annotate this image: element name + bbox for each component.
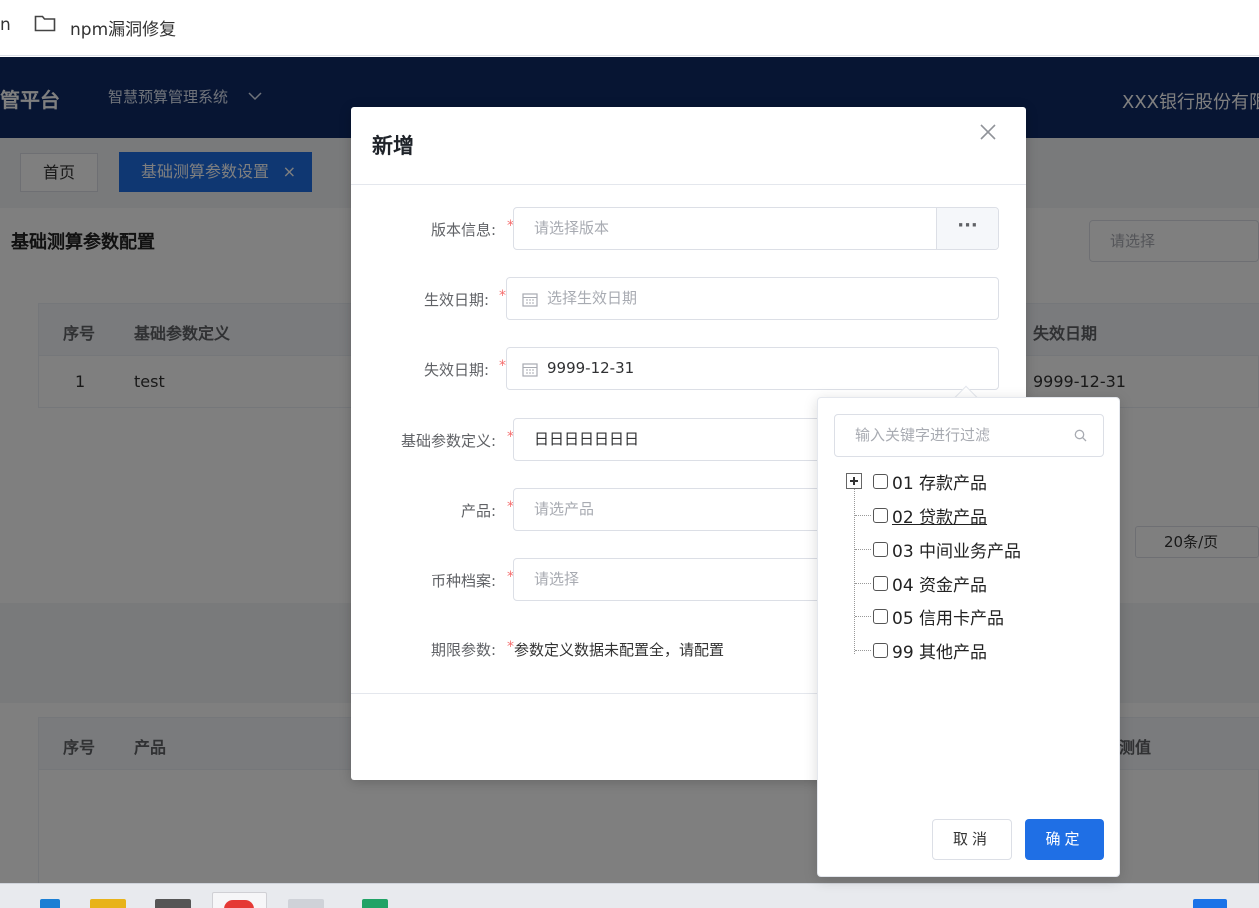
tree-node[interactable]: 02 贷款产品 <box>818 500 1118 530</box>
currency-placeholder: 请选择 <box>534 570 580 588</box>
edge-icon[interactable] <box>40 899 60 908</box>
version-label: 版本信息: <box>430 221 496 239</box>
close-icon[interactable] <box>977 121 999 143</box>
form-row-expire-date: 失效日期: * 9999-12-31 <box>351 347 1026 391</box>
tree-connector <box>855 549 871 550</box>
calendar-icon <box>522 363 538 377</box>
folder-icon[interactable] <box>90 899 126 908</box>
excel-icon[interactable] <box>362 899 388 908</box>
product-label: 产品: <box>460 502 496 520</box>
terminal-icon[interactable] <box>155 899 191 908</box>
base-param-label: 基础参数定义: <box>400 432 496 450</box>
currency-label: 币种档案: <box>430 572 496 590</box>
tree-node[interactable]: 05 信用卡产品 <box>818 601 1118 631</box>
bookmark-bar: n npm漏洞修复 <box>0 0 1259 56</box>
bookmark-partial[interactable]: n <box>0 15 11 35</box>
tree-connector <box>855 616 871 617</box>
product-placeholder: 请选产品 <box>534 500 595 518</box>
effective-date-picker[interactable]: 选择生效日期 <box>506 277 999 320</box>
tree-node[interactable]: 03 中间业务产品 <box>818 534 1118 564</box>
required-mark: * <box>499 288 506 304</box>
tree-node-label: 04 资金产品 <box>892 576 988 596</box>
base-param-value: 日日日日日日日 <box>534 430 640 448</box>
tree-node[interactable]: 01 存款产品 <box>818 466 1118 496</box>
form-row-version: 版本信息: * 请选择版本 ··· <box>351 207 1026 251</box>
term-label: 期限参数: <box>430 641 496 659</box>
tree-connector <box>855 583 871 584</box>
bookmark-folder-npm[interactable]: npm漏洞修复 <box>70 15 176 40</box>
filter-placeholder: 输入关键字进行过滤 <box>855 426 991 444</box>
tree-connector <box>855 515 871 516</box>
calendar-icon <box>522 293 538 307</box>
tree-connector <box>855 650 871 651</box>
tree-node[interactable]: 04 资金产品 <box>818 568 1118 598</box>
cancel-button[interactable]: 取消 <box>932 819 1012 860</box>
version-placeholder: 请选择版本 <box>534 219 610 237</box>
tree-node-label: 01 存款产品 <box>892 474 988 494</box>
taskbar <box>0 883 1259 908</box>
expire-date-picker[interactable]: 9999-12-31 <box>506 347 999 390</box>
app-icon[interactable] <box>1193 899 1227 908</box>
tree-node-label: 03 中间业务产品 <box>892 542 1022 562</box>
tree-checkbox[interactable] <box>873 542 888 557</box>
expand-icon[interactable] <box>846 473 862 489</box>
search-icon <box>1074 429 1087 442</box>
term-message: 参数定义数据未配置全，请配置 <box>514 641 725 659</box>
form-row-effective-date: 生效日期: * 选择生效日期 <box>351 277 1026 321</box>
folder-icon <box>34 15 56 32</box>
dialog-title: 新增 <box>372 134 414 158</box>
tree-node-label: 02 贷款产品 <box>892 508 988 528</box>
expire-date-value: 9999-12-31 <box>547 359 635 377</box>
expire-date-label: 失效日期: <box>423 361 489 379</box>
tree-checkbox[interactable] <box>873 643 888 658</box>
effective-date-placeholder: 选择生效日期 <box>547 289 638 307</box>
tree-node-label: 05 信用卡产品 <box>892 609 1005 629</box>
chrome-icon[interactable] <box>224 900 254 908</box>
tree-checkbox[interactable] <box>873 508 888 523</box>
dialog-header: 新增 <box>351 107 1026 185</box>
tree-checkbox[interactable] <box>873 609 888 624</box>
required-mark: * <box>499 358 506 374</box>
tree-checkbox[interactable] <box>873 576 888 591</box>
version-picker-button[interactable]: ··· <box>936 208 998 249</box>
effective-date-label: 生效日期: <box>423 291 489 309</box>
product-tree-dropdown: 输入关键字进行过滤 01 存款产品 02 贷款产品 03 中间业务产品 04 资… <box>817 397 1120 877</box>
tree-checkbox[interactable] <box>873 474 888 489</box>
notepad-icon[interactable] <box>288 899 324 908</box>
confirm-button[interactable]: 确定 <box>1025 819 1104 860</box>
tree-node[interactable]: 99 其他产品 <box>818 635 1118 665</box>
version-input[interactable]: 请选择版本 ··· <box>513 207 999 250</box>
tree-node-label: 99 其他产品 <box>892 643 988 663</box>
required-mark: * <box>507 639 514 655</box>
tree-filter-input[interactable]: 输入关键字进行过滤 <box>834 414 1104 457</box>
